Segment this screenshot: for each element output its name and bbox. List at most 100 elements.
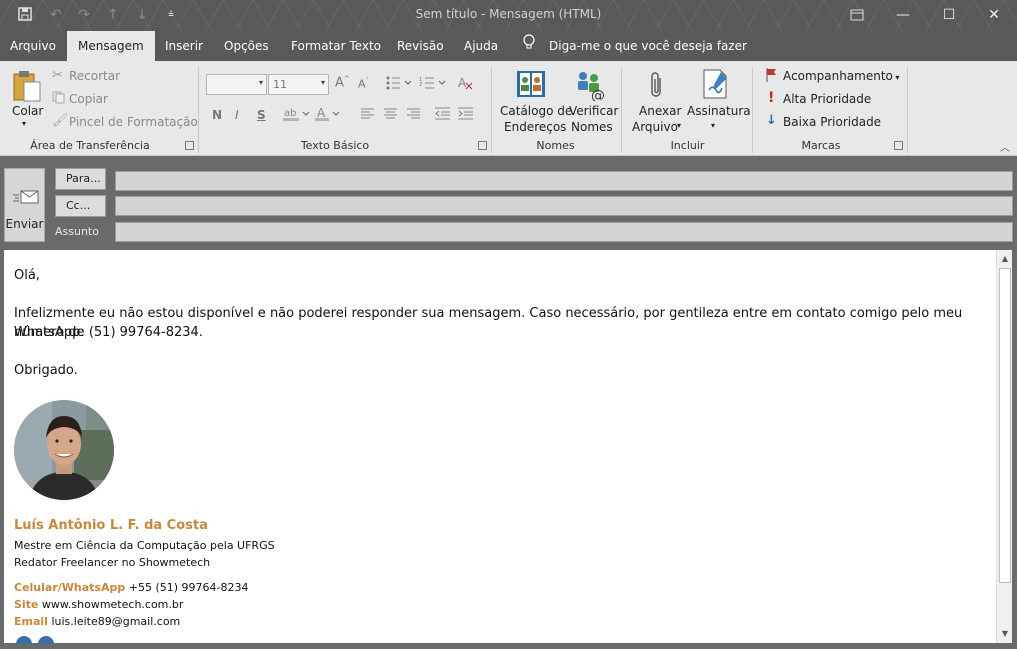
scroll-up-icon[interactable]: ▲ — [997, 251, 1013, 267]
cut-button[interactable]: Recortar — [69, 69, 120, 83]
highlight-icon[interactable]: ab — [283, 106, 311, 125]
site-value[interactable]: www.showmetech.com.br — [42, 598, 183, 611]
low-importance-icon: ↓ — [766, 113, 777, 128]
font-size-combo[interactable]: 11 ▾ — [268, 74, 329, 95]
bullets-icon[interactable] — [386, 76, 412, 93]
low-priority-button[interactable]: Baixa Prioridade — [783, 115, 881, 129]
increase-indent-icon[interactable] — [458, 107, 474, 123]
social-icon[interactable] — [16, 636, 32, 644]
address-book-icon — [515, 69, 547, 102]
chevron-down-icon: ▾ — [258, 78, 263, 87]
closing-text: Obrigado. — [14, 363, 78, 378]
attach-label-1: Anexar — [639, 104, 682, 118]
to-field[interactable] — [115, 171, 1013, 191]
high-priority-button[interactable]: Alta Prioridade — [783, 92, 871, 106]
group-separator — [491, 67, 492, 153]
site-label: Site — [14, 598, 39, 611]
clipboard-launcher-icon[interactable] — [185, 141, 194, 150]
greeting-text: Olá, — [14, 268, 40, 283]
underline-button[interactable]: S — [257, 108, 266, 122]
font-color-icon[interactable]: A — [315, 106, 343, 125]
tags-launcher-icon[interactable] — [894, 141, 903, 150]
copy-button[interactable]: Copiar — [69, 92, 108, 106]
clear-formatting-icon[interactable]: A — [458, 75, 474, 94]
tab-ajuda[interactable]: Ajuda — [454, 31, 508, 61]
group-label-basic-text: Texto Básico — [300, 139, 370, 152]
basic-text-launcher-icon[interactable] — [478, 141, 487, 150]
signature-name: Luís Antônio L. F. da Costa — [14, 518, 208, 533]
phone-value: +55 (51) 99764-8234 — [128, 581, 249, 594]
to-button[interactable]: Para... — [55, 168, 106, 190]
attach-label-2: Arquivo — [632, 120, 678, 134]
signature-email-line: Email luis.leite89@gmail.com — [14, 615, 180, 628]
chevron-down-icon: ▾ — [711, 121, 716, 130]
chevron-down-icon: ▾ — [892, 73, 900, 82]
tab-arquivo[interactable]: Arquivo — [0, 31, 66, 61]
align-center-icon[interactable] — [384, 108, 398, 123]
tab-revisao[interactable]: Revisão — [387, 31, 454, 61]
maximize-icon[interactable]: ☐ — [926, 2, 972, 28]
tab-mensagem[interactable]: Mensagem — [67, 31, 155, 61]
follow-up-label: Acompanhamento — [783, 69, 893, 83]
group-label-clipboard: Área de Transferência — [30, 139, 150, 152]
address-book-label-2: Endereços — [504, 120, 567, 134]
ribbon: Colar ▾ ✂ Recortar Copiar 🖌 Pincel de Fo… — [0, 61, 1017, 156]
check-names-icon: @ — [574, 69, 608, 104]
group-separator — [907, 67, 908, 153]
bold-button[interactable]: N — [212, 108, 222, 122]
italic-button[interactable]: I — [235, 108, 239, 122]
svg-text:ab: ab — [284, 108, 296, 119]
send-button[interactable]: Enviar — [4, 168, 45, 242]
group-label-names: Nomes — [536, 139, 575, 152]
phone-label: Celular/WhatsApp — [14, 581, 126, 594]
group-label-include: Incluir — [670, 139, 705, 152]
font-name-combo[interactable]: ▾ — [206, 74, 267, 95]
send-envelope-icon — [13, 189, 39, 208]
format-painter-button[interactable]: Pincel de Formatação — [69, 115, 198, 129]
title-bar: ↶ ↷ ↑ ↓ ⩮ Sem título - Mensagem (HTML) —… — [0, 0, 1017, 31]
email-label: Email — [14, 615, 48, 628]
follow-up-button[interactable]: Acompanhamento ▾ — [783, 69, 899, 83]
numbering-icon[interactable]: 12 — [419, 76, 447, 93]
chevron-down-icon: ▾ — [677, 121, 682, 130]
close-icon[interactable]: ✕ — [971, 2, 1017, 28]
signature-site-line: Site www.showmetech.com.br — [14, 598, 183, 611]
tab-formatar-texto[interactable]: Formatar Texto — [281, 31, 391, 61]
svg-text:A: A — [317, 106, 326, 120]
font-size-value: 11 — [273, 78, 287, 91]
lightbulb-icon — [523, 31, 537, 61]
tab-opcoes[interactable]: Opções — [214, 31, 279, 61]
svg-text:@: @ — [591, 88, 605, 101]
tab-inserir[interactable]: Inserir — [155, 31, 213, 61]
cc-field[interactable] — [115, 196, 1013, 216]
format-painter-icon: 🖌 — [52, 113, 69, 128]
cc-button[interactable]: Cc... — [55, 195, 106, 217]
social-icon[interactable] — [38, 636, 54, 644]
minimize-icon[interactable]: — — [880, 2, 926, 28]
shrink-font-icon[interactable]: Aˇ — [358, 77, 369, 91]
body-line-2: WhatsApp: (51) 99764-8234. — [14, 325, 203, 340]
align-right-icon[interactable] — [407, 108, 421, 123]
check-names-label-2: Nomes — [571, 120, 613, 134]
decrease-indent-icon[interactable] — [435, 107, 451, 123]
email-value[interactable]: luis.leite89@gmail.com — [51, 615, 180, 628]
signature-title-2: Redator Freelancer no Showmetech — [14, 556, 211, 569]
align-left-icon[interactable] — [361, 108, 375, 123]
grow-font-icon[interactable]: A^ — [335, 75, 350, 90]
paste-label: Colar — [12, 104, 44, 118]
message-header: Enviar Para... Cc... Assunto — [0, 156, 1017, 248]
tell-me-search[interactable]: Diga-me o que você deseja fazer — [523, 31, 747, 61]
collapse-ribbon-icon[interactable]: ︿ — [1000, 139, 1010, 154]
scrollbar-thumb[interactable] — [999, 268, 1011, 583]
restore-ribbon-icon[interactable] — [834, 2, 880, 28]
signature-icon — [701, 68, 731, 103]
message-body[interactable]: Olá, Infelizmente eu não estou disponíve… — [4, 250, 996, 644]
signature-title-1: Mestre em Ciência da Computação pela UFR… — [14, 539, 275, 552]
paperclip-icon — [649, 70, 665, 103]
vertical-scrollbar[interactable]: ▲ ▼ — [996, 250, 1012, 643]
subject-field[interactable] — [115, 222, 1013, 242]
subject-label: Assunto — [55, 225, 99, 238]
scroll-down-icon[interactable]: ▼ — [997, 626, 1013, 642]
paste-icon — [11, 69, 43, 106]
chevron-down-icon: ▾ — [22, 119, 27, 128]
